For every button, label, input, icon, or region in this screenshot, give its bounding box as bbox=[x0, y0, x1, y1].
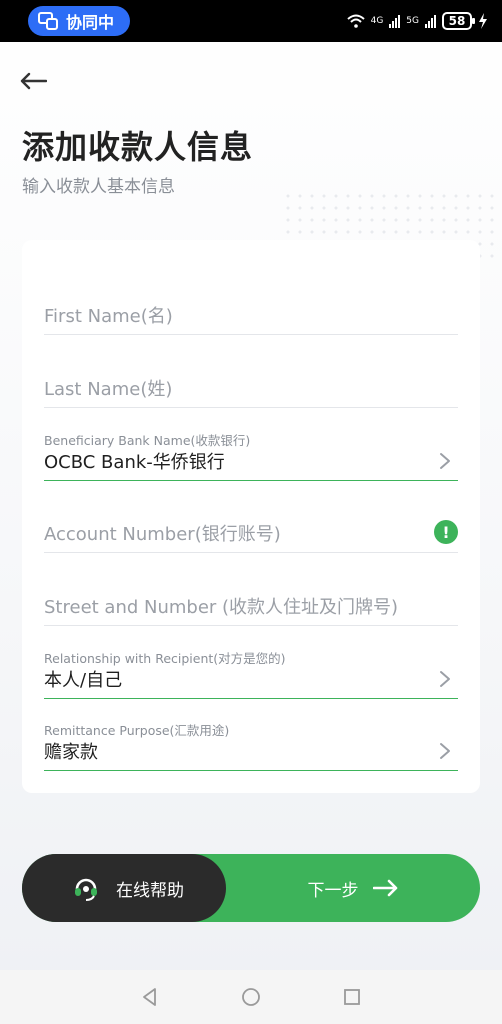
arrow-right-icon bbox=[372, 879, 397, 897]
purpose-value: 赡家款 bbox=[44, 742, 98, 763]
nav-back-icon[interactable] bbox=[139, 986, 161, 1008]
battery-icon: 58 bbox=[442, 12, 475, 30]
action-bar: 在线帮助 下一步 bbox=[22, 854, 480, 922]
purpose-label: Remittance Purpose(汇款用途) bbox=[44, 723, 230, 738]
street-placeholder: Street and Number (收款人住址及门牌号) bbox=[44, 597, 399, 618]
wifi-icon bbox=[346, 14, 365, 28]
first-name-field[interactable]: First Name(名) bbox=[44, 292, 458, 335]
back-button[interactable] bbox=[16, 66, 50, 96]
relationship-value: 本人/自己 bbox=[44, 670, 123, 691]
screen-share-icon bbox=[38, 12, 58, 30]
signal-icon bbox=[389, 14, 401, 28]
online-help-label: 在线帮助 bbox=[116, 880, 184, 901]
next-step-button[interactable]: 下一步 bbox=[226, 854, 480, 922]
account-number-placeholder: Account Number(银行账号) bbox=[44, 524, 281, 545]
bank-name-value: OCBC Bank-华侨银行 bbox=[44, 452, 225, 473]
exclamation-icon[interactable]: ! bbox=[434, 520, 458, 544]
purpose-select[interactable]: Remittance Purpose(汇款用途) 赡家款 bbox=[44, 720, 458, 771]
status-icons: 4G 5G 58 bbox=[346, 10, 488, 32]
status-bar: 协同中 4G 5G 58 bbox=[0, 0, 502, 42]
battery-level: 58 bbox=[448, 14, 466, 28]
arrow-left-icon bbox=[20, 72, 47, 90]
system-nav-bar bbox=[0, 970, 502, 1024]
next-step-label: 下一步 bbox=[307, 880, 359, 901]
first-name-placeholder: First Name(名) bbox=[44, 306, 173, 327]
nav-home-icon[interactable] bbox=[240, 986, 262, 1008]
relationship-label: Relationship with Recipient(对方是您的) bbox=[44, 651, 286, 666]
relationship-select[interactable]: Relationship with Recipient(对方是您的) 本人/自己 bbox=[44, 648, 458, 699]
page-title: 添加收款人信息 bbox=[22, 128, 254, 166]
headset-icon bbox=[75, 878, 97, 901]
chevron-right-icon bbox=[440, 453, 450, 469]
bank-name-select[interactable]: Beneficiary Bank Name(收款银行) OCBC Bank-华侨… bbox=[44, 430, 458, 481]
page-subtitle: 输入收款人基本信息 bbox=[22, 177, 175, 197]
last-name-field[interactable]: Last Name(姓) bbox=[44, 365, 458, 408]
collaboration-indicator[interactable]: 协同中 bbox=[28, 6, 130, 36]
network-4g-label: 4G bbox=[370, 16, 384, 26]
chevron-right-icon bbox=[440, 743, 450, 759]
street-field[interactable]: Street and Number (收款人住址及门牌号) bbox=[44, 583, 458, 626]
charging-icon bbox=[479, 13, 487, 29]
signal-icon-2 bbox=[425, 14, 436, 28]
last-name-placeholder: Last Name(姓) bbox=[44, 379, 173, 400]
online-help-button[interactable]: 在线帮助 bbox=[22, 854, 226, 922]
chevron-right-icon bbox=[440, 671, 450, 687]
account-number-field[interactable]: Account Number(银行账号) ! bbox=[44, 510, 458, 553]
collaboration-label: 协同中 bbox=[66, 13, 115, 32]
beneficiary-form: First Name(名) Last Name(姓) Beneficiary B… bbox=[22, 240, 480, 793]
nav-recents-icon[interactable] bbox=[341, 986, 363, 1008]
network-5g-label: 5G bbox=[406, 16, 419, 26]
bank-name-label: Beneficiary Bank Name(收款银行) bbox=[44, 433, 251, 448]
